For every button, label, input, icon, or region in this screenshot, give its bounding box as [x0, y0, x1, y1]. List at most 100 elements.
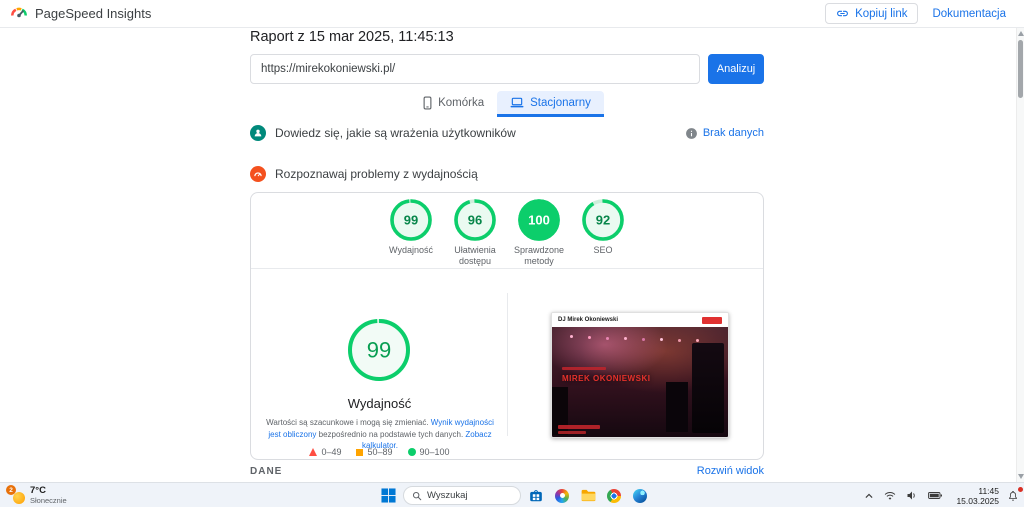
horizontal-divider	[251, 268, 763, 269]
performance-section-title: Rozpoznawaj problemy z wydajnością	[275, 167, 478, 181]
clock-time: 11:45	[956, 486, 999, 496]
notification-badge	[1018, 487, 1023, 492]
legend-pass: 90–100	[408, 447, 450, 457]
scroll-down-arrow[interactable]	[1018, 474, 1024, 479]
weather-sun-icon: 2	[8, 487, 25, 504]
category-scores-row: 99 Wydajność 96 Ułatwienia dostępu	[251, 198, 763, 268]
bell-icon	[1007, 490, 1019, 502]
widget-badge: 2	[6, 485, 16, 495]
copy-link-button[interactable]: Kopiuj link	[825, 3, 918, 24]
disclaimer-text: Wartości są szacunkowe i mogą się zmieni…	[266, 418, 431, 427]
thumbnail-site-header: DJ Mirek Okoniewski	[552, 313, 728, 327]
url-input[interactable]	[250, 54, 700, 84]
taskbar-search[interactable]: Wyszukaj	[403, 486, 521, 505]
score-legend: 0–49 50–89 90–100	[251, 447, 508, 457]
user-experience-icon	[250, 125, 266, 141]
score-label: Sprawdzone metody	[514, 245, 564, 268]
legend-fail: 0–49	[309, 447, 341, 457]
score-gauge: 99	[389, 198, 433, 242]
scrollbar[interactable]	[1016, 28, 1024, 482]
performance-diagnose-icon	[250, 166, 266, 182]
tray-overflow-chevron[interactable]	[862, 490, 876, 502]
svg-text:99: 99	[367, 338, 391, 363]
thumbnail-site-title: DJ Mirek Okoniewski	[558, 317, 618, 323]
tray-battery[interactable]	[926, 489, 944, 502]
screen: PageSpeed Insights Kopiuj link Dokumenta…	[0, 0, 1024, 507]
score-performance[interactable]: 99 Wydajność	[379, 198, 443, 268]
notification-center-button[interactable]	[1005, 488, 1021, 504]
performance-section: Rozpoznawaj problemy z wydajnością	[250, 166, 764, 182]
svg-text:96: 96	[468, 213, 482, 228]
device-tabs: Komórka Stacjonarny	[250, 91, 764, 117]
fail-triangle-icon	[309, 448, 317, 456]
brand[interactable]: PageSpeed Insights	[10, 5, 151, 23]
taskbar-app-chrome[interactable]	[603, 485, 625, 506]
system-tray: 11:45 15.03.2025	[862, 483, 1021, 507]
score-gauge: 92	[581, 198, 625, 242]
psi-header: PageSpeed Insights Kopiuj link Dokumenta…	[0, 0, 1024, 28]
url-row: Analizuj	[250, 54, 764, 84]
svg-text:99: 99	[404, 213, 418, 228]
scroll-up-arrow[interactable]	[1018, 31, 1024, 36]
score-gauge: 96	[453, 198, 497, 242]
chrome-icon	[607, 489, 621, 503]
report-content: Raport z 15 mar 2025, 11:45:13 Analizuj …	[250, 28, 764, 482]
score-best-practices[interactable]: 100 Sprawdzone metody	[507, 198, 571, 268]
main-gauge-label: Wydajność	[251, 396, 508, 411]
tray-volume[interactable]	[904, 488, 920, 503]
analyze-button[interactable]: Analizuj	[708, 54, 764, 84]
weather-widget[interactable]: 2 7°C Słonecznie	[3, 484, 72, 507]
speaker-shape	[692, 343, 724, 433]
tab-mobile[interactable]: Komórka	[410, 91, 497, 117]
copy-link-label: Kopiuj link	[855, 8, 907, 20]
score-label: Ułatwienia dostępu	[443, 245, 507, 268]
thumbnail-hero: MIREK OKONIEWSKI	[552, 327, 728, 437]
no-data-link[interactable]: Brak danych	[703, 127, 764, 139]
score-label: SEO	[593, 245, 612, 256]
score-gauge: 100	[517, 198, 561, 242]
stage-lights	[570, 335, 573, 338]
tray-network[interactable]	[882, 489, 898, 503]
scrollbar-thumb[interactable]	[1018, 40, 1023, 98]
search-placeholder: Wyszukaj	[427, 490, 468, 501]
microsoft-store-icon	[529, 489, 543, 503]
score-label: Wydajność	[389, 245, 433, 256]
disclaimer-text: bezpośrednio na podstawie tych danych.	[316, 430, 465, 439]
link-icon	[836, 7, 849, 20]
info-icon[interactable]	[685, 127, 698, 140]
battery-icon	[928, 491, 942, 500]
average-square-icon	[356, 449, 363, 456]
vertical-divider	[507, 293, 508, 436]
user-experience-title: Dowiedz się, jakie są wrażenia użytkowni…	[275, 126, 516, 140]
edge-icon	[633, 489, 647, 503]
taskbar-app-photos[interactable]	[551, 485, 573, 506]
wifi-icon	[884, 491, 896, 501]
tab-desktop[interactable]: Stacjonarny	[497, 91, 604, 117]
taskbar-app-file-explorer[interactable]	[577, 485, 599, 506]
search-icon	[412, 491, 422, 501]
taskbar-app-store[interactable]	[525, 485, 547, 506]
tab-desktop-label: Stacjonarny	[530, 97, 591, 109]
speaker-shape	[666, 382, 688, 432]
photos-icon	[555, 489, 569, 503]
clock-widget[interactable]: 11:45 15.03.2025	[956, 486, 999, 506]
score-seo[interactable]: 92 SEO	[571, 198, 635, 268]
taskbar-center: Wyszukaj	[377, 483, 651, 507]
pagespeed-logo-icon	[10, 5, 28, 23]
report-title: Raport z 15 mar 2025, 11:45:13	[250, 29, 454, 45]
documentation-link[interactable]: Dokumentacja	[932, 8, 1006, 20]
start-button[interactable]	[377, 485, 399, 506]
brand-title: PageSpeed Insights	[35, 6, 151, 21]
expand-view-link[interactable]: Rozwiń widok	[697, 465, 764, 477]
legend-average: 50–89	[356, 447, 392, 457]
performance-report-card: 99 Wydajność 96 Ułatwienia dostępu	[250, 192, 764, 460]
phone-icon	[423, 96, 432, 110]
tab-mobile-label: Komórka	[438, 97, 484, 109]
clock-date: 15.03.2025	[956, 496, 999, 506]
hero-text-bar	[558, 425, 600, 429]
chevron-up-icon	[864, 492, 874, 500]
weather-desc: Słonecznie	[30, 497, 67, 506]
taskbar-app-edge[interactable]	[629, 485, 651, 506]
score-accessibility[interactable]: 96 Ułatwienia dostępu	[443, 198, 507, 268]
windows-logo-icon	[381, 488, 396, 503]
